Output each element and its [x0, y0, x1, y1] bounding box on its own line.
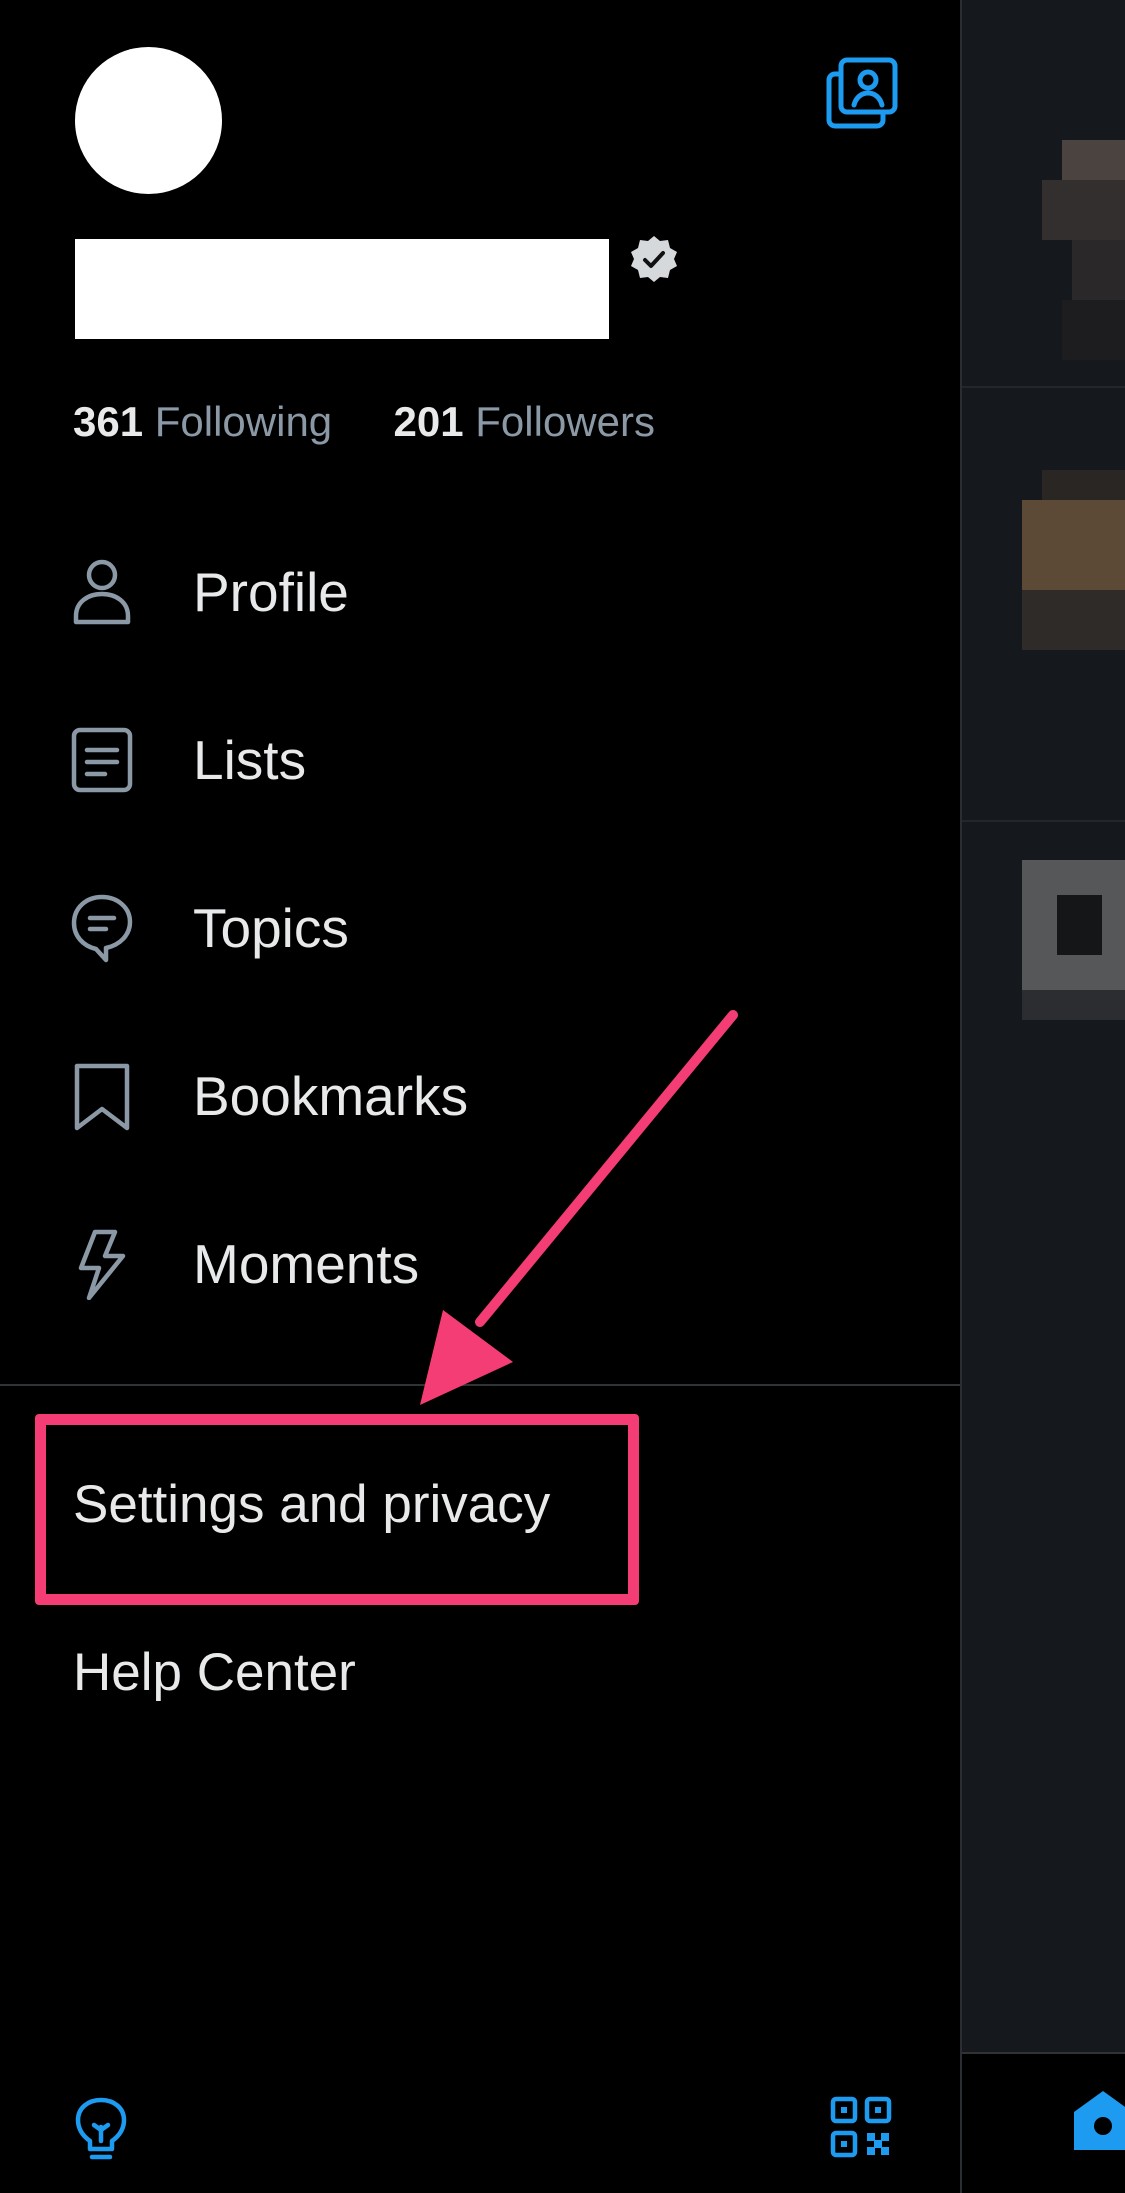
divider: [962, 386, 1125, 388]
tab-bar: [962, 2052, 1125, 2193]
display-name-redacted: [75, 239, 609, 339]
follow-stats: 361 Following 201 Followers: [73, 392, 655, 452]
following-count: 361: [73, 398, 144, 445]
switch-accounts-icon[interactable]: [825, 56, 899, 130]
menu-item-label: Topics: [193, 897, 349, 959]
menu-item-topics[interactable]: Topics: [0, 863, 960, 993]
followers-stat[interactable]: 201 Followers: [382, 398, 655, 445]
menu-item-lists[interactable]: Lists: [0, 695, 960, 825]
menu-item-moments[interactable]: Moments: [0, 1199, 960, 1329]
followers-label: Followers: [475, 398, 655, 445]
following-stat[interactable]: 361 Following: [73, 398, 344, 445]
annotation-highlight-box: [35, 1414, 639, 1605]
menu-item-label: Profile: [193, 561, 349, 623]
menu-item-bookmarks[interactable]: Bookmarks: [0, 1031, 960, 1161]
menu-item-label: Bookmarks: [193, 1065, 469, 1127]
menu-item-label: Lists: [193, 729, 307, 791]
menu-item-label: Moments: [193, 1233, 420, 1295]
screen: 361 Following 201 Followers Profile List…: [0, 0, 1125, 2193]
avatar[interactable]: [75, 47, 222, 194]
divider: [0, 1384, 960, 1386]
topics-icon: [68, 892, 136, 964]
menu-item-profile[interactable]: Profile: [0, 527, 960, 657]
home-icon[interactable]: [1070, 2088, 1125, 2154]
divider: [962, 820, 1125, 822]
following-label: Following: [154, 398, 333, 445]
list-icon: [68, 724, 136, 796]
timeline-background: [960, 0, 1125, 2193]
lightbulb-icon[interactable]: [70, 2097, 132, 2163]
bookmark-icon: [68, 1060, 136, 1132]
help-center-link[interactable]: Help Center: [73, 1608, 356, 1738]
verified-badge-icon: [629, 234, 679, 284]
qr-code-icon[interactable]: [830, 2096, 892, 2158]
lightning-icon: [68, 1228, 136, 1301]
side-drawer: 361 Following 201 Followers Profile List…: [0, 0, 960, 2193]
person-icon: [68, 556, 136, 628]
followers-count: 201: [393, 398, 464, 445]
